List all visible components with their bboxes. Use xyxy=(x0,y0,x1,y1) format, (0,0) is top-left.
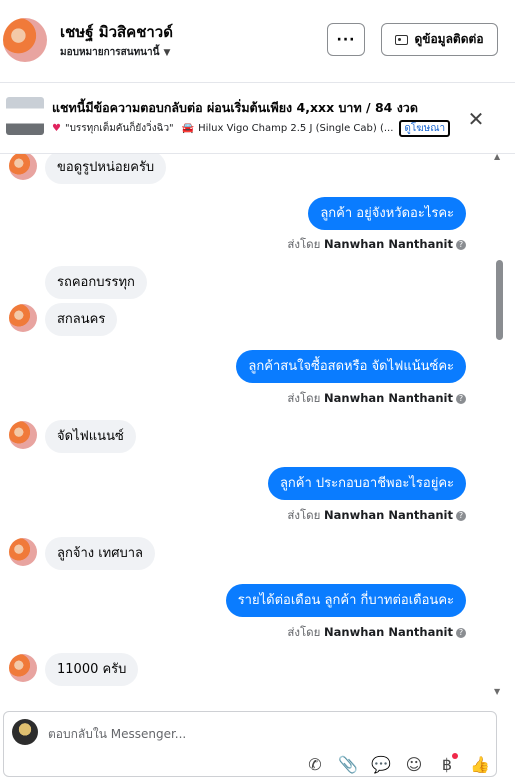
contact-name[interactable]: เชษฐ์ มิวสิคชาวด์ xyxy=(60,20,173,44)
incoming-message: 11000 ครับ xyxy=(45,653,139,686)
ad-product: Hilux Vigo Champ 2.5 J (Single Cab) (... xyxy=(198,123,394,134)
scrollbar-thumb[interactable] xyxy=(496,260,503,340)
more-icon: ··· xyxy=(336,31,356,48)
ad-subtitle: "บรรทุกเต็มคันก็ยังวิ่งฉิว" xyxy=(64,123,174,134)
contact-avatar-small xyxy=(9,654,37,682)
reply-input[interactable]: ตอบกลับใน Messenger... xyxy=(48,725,186,744)
info-icon[interactable]: ? xyxy=(456,510,466,521)
outgoing-message: รายได้ต่อเดือน ลูกค้า กี่บาทต่อเดือนคะ xyxy=(225,584,466,617)
message-thread: ขอดูรูปหน่อยครับ ลูกค้า อยู่จังหวัดอะไรค… xyxy=(0,154,515,706)
heart-icon: ♥ xyxy=(52,123,61,134)
incoming-message: จัดไฟแนนซ์ xyxy=(45,420,136,453)
composer-toolbar: ✆ 📎 💬 ☺ ฿ 👍 xyxy=(304,753,491,776)
contact-avatar-small xyxy=(9,154,37,180)
ad-reply-banner: แชทนี้มีข้อความตอบกลับต่อ ผ่อนเริ่มต้นเพ… xyxy=(0,83,515,154)
view-contact-label: ดูข้อมูลติดต่อ xyxy=(414,32,484,46)
scroll-up-icon[interactable]: ▲ xyxy=(494,152,500,161)
page-avatar xyxy=(12,719,38,745)
contact-avatar-small xyxy=(9,421,37,449)
view-ad-link[interactable]: ดูโฆษณา xyxy=(399,120,451,137)
ad-subtitle-row: ♥ "บรรทุกเต็มคันก็ยังวิ่งฉิว" 🚘 Hilux Vi… xyxy=(52,120,451,137)
contact-avatar-small xyxy=(9,538,37,566)
caret-down-icon: ▼ xyxy=(163,48,171,58)
info-icon[interactable]: ? xyxy=(456,393,466,404)
conversation-header: เชษฐ์ มิวสิคชาวด์ มอบหมายการสนทนานี้ ▼ ··… xyxy=(0,0,515,83)
outgoing-message: ลูกค้าสนใจซื้อสดหรือ จัดไฟแน้นซ์คะ xyxy=(236,350,466,383)
reply-composer[interactable]: ตอบกลับใน Messenger... ✆ 📎 💬 ☺ ฿ 👍 xyxy=(3,711,497,777)
scroll-down-icon[interactable]: ▼ xyxy=(494,687,500,696)
contact-card-icon xyxy=(395,34,409,45)
sent-by-label: ส่งโดย Nanwhan Nanthanit? xyxy=(287,236,466,254)
close-icon[interactable]: ✕ xyxy=(465,108,487,130)
chat-scrollbar[interactable]: ▲ ▼ xyxy=(493,152,505,699)
assign-label: มอบหมายการสนทนานี้ xyxy=(60,47,160,58)
assign-conversation-dropdown[interactable]: มอบหมายการสนทนานี้ ▼ xyxy=(60,45,170,60)
outgoing-message: ลูกค้า อยู่จังหวัดอะไรคะ xyxy=(308,197,466,230)
contact-avatar-small xyxy=(9,304,37,332)
emoji-icon[interactable]: ☺ xyxy=(403,754,425,776)
incoming-message: ลูกจ้าง เทศบาล xyxy=(45,537,156,570)
sent-by-label: ส่งโดย Nanwhan Nanthanit? xyxy=(287,390,466,408)
attachment-icon[interactable]: 📎 xyxy=(337,754,359,776)
payment-icon[interactable]: ฿ xyxy=(436,753,458,776)
ad-title: แชทนี้มีข้อความตอบกลับต่อ ผ่อนเริ่มต้นเพ… xyxy=(52,100,418,115)
info-icon[interactable]: ? xyxy=(456,627,466,638)
contact-avatar[interactable] xyxy=(3,18,47,62)
incoming-message: สกลนคร xyxy=(45,303,118,336)
info-icon[interactable]: ? xyxy=(456,239,466,250)
more-options-button[interactable]: ··· xyxy=(327,23,365,56)
like-icon[interactable]: 👍 xyxy=(469,754,491,776)
car-icon: 🚘 xyxy=(181,123,195,134)
sent-by-label: ส่งโดย Nanwhan Nanthanit? xyxy=(287,624,466,642)
incoming-message: รถคอกบรรทุก xyxy=(45,266,147,299)
ad-thumbnail xyxy=(6,97,44,135)
sent-by-label: ส่งโดย Nanwhan Nanthanit? xyxy=(287,507,466,525)
saved-replies-icon[interactable]: 💬 xyxy=(370,754,392,776)
view-contact-button[interactable]: ดูข้อมูลติดต่อ xyxy=(381,23,498,56)
call-icon[interactable]: ✆ xyxy=(304,754,326,776)
incoming-message: ขอดูรูปหน่อยครับ xyxy=(45,154,167,184)
notification-dot xyxy=(452,753,458,759)
outgoing-message: ลูกค้า ประกอบอาชีพอะไรอยู่คะ xyxy=(267,467,466,500)
